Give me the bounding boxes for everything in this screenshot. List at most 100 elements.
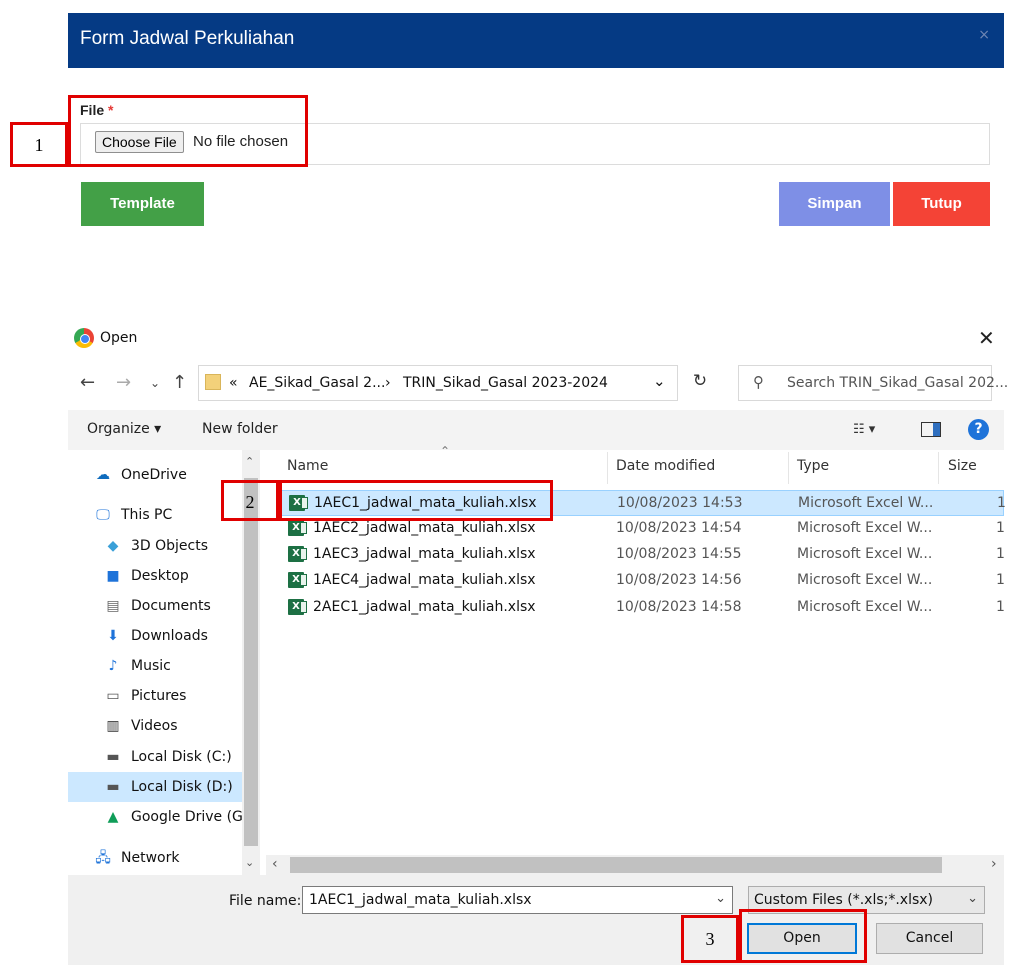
file-type: Microsoft Excel W... (797, 599, 933, 615)
preview-pane-icon[interactable] (921, 422, 941, 437)
annotation-box-file-row (279, 480, 553, 521)
template-button[interactable]: Template (81, 182, 204, 226)
annotation-step-1-box: 1 (10, 122, 68, 167)
column-header-size[interactable]: Size (948, 458, 977, 474)
google-drive-icon: ▲ (107, 809, 119, 825)
address-dropdown-icon[interactable]: ⌄ (653, 372, 666, 390)
file-row[interactable]: X 1AEC3_jadwal_mata_kuliah.xlsx 10/08/20… (280, 542, 1005, 568)
search-input[interactable]: ⚲ Search TRIN_Sikad_Gasal 202... (738, 365, 1008, 401)
sidebar-item-videos[interactable]: ▥ Videos (68, 711, 242, 741)
file-type: Microsoft Excel W... (797, 572, 933, 588)
back-arrow-icon[interactable]: ← (80, 372, 95, 393)
sidebar-item-label: This PC (121, 507, 173, 523)
breadcrumb-separator: › (385, 375, 391, 391)
up-arrow-icon[interactable]: ↑ (172, 372, 187, 393)
file-row[interactable]: X 2AEC1_jadwal_mata_kuliah.xlsx 10/08/20… (280, 595, 1005, 621)
sidebar-item-documents[interactable]: ▤ Documents (68, 591, 242, 621)
sidebar-item-network[interactable]: 🖧 Network (68, 843, 242, 873)
help-icon[interactable]: ? (968, 419, 989, 440)
scroll-up-icon[interactable]: ⌃ (245, 455, 254, 468)
file-row[interactable]: X 1AEC4_jadwal_mata_kuliah.xlsx 10/08/20… (280, 568, 1005, 594)
sidebar-item-google-drive[interactable]: ▲ Google Drive (G: (68, 802, 248, 832)
form-title: Form Jadwal Perkuliahan (80, 28, 295, 49)
file-date: 10/08/2023 14:58 (616, 599, 742, 615)
sidebar-item-local-disk-c[interactable]: ▬ Local Disk (C:) (68, 742, 242, 772)
address-bar[interactable]: « AE_Sikad_Gasal 2... › TRIN_Sikad_Gasal… (198, 365, 678, 401)
dialog-toolbar: Organize ▾ New folder ☷ ▾ ? (68, 410, 1004, 450)
column-header-date[interactable]: Date modified (616, 458, 715, 474)
folder-icon (205, 374, 221, 390)
scroll-down-icon[interactable]: ⌄ (245, 856, 254, 869)
chrome-icon (74, 328, 94, 348)
sidebar-item-pictures[interactable]: ▭ Pictures (68, 681, 242, 711)
annotation-step-2: 2 (245, 492, 255, 512)
horizontal-scroll-thumb[interactable] (290, 857, 942, 873)
sidebar-item-music[interactable]: ♪ Music (68, 651, 242, 681)
excel-file-icon: X (288, 572, 307, 588)
file-name-dropdown-icon[interactable]: ⌄ (715, 891, 726, 906)
file-name: 2AEC1_jadwal_mata_kuliah.xlsx (313, 599, 536, 615)
sidebar-item-onedrive[interactable]: ☁ OneDrive (68, 460, 242, 490)
breadcrumb-item[interactable]: TRIN_Sikad_Gasal 2023-2024 (403, 375, 608, 391)
annotation-step-1: 1 (34, 135, 44, 155)
file-size: 1 (997, 495, 1006, 511)
column-divider[interactable] (607, 452, 608, 484)
sidebar-item-desktop[interactable]: ■ Desktop (68, 561, 242, 591)
file-size: 1 (996, 572, 1005, 588)
sidebar-item-label: Desktop (131, 568, 189, 584)
file-name: 1AEC3_jadwal_mata_kuliah.xlsx (313, 546, 536, 562)
column-header-name[interactable]: Name (287, 458, 328, 474)
column-divider[interactable] (938, 452, 939, 484)
scroll-right-icon[interactable]: › (991, 856, 997, 872)
recent-chevron-icon[interactable]: ⌄ (150, 376, 160, 390)
forward-arrow-icon[interactable]: → (116, 372, 131, 393)
sidebar-item-label: Google Drive (G: (131, 809, 248, 825)
annotation-step-3-box: 3 (681, 915, 739, 963)
sidebar-item-downloads[interactable]: ⬇ Downloads (68, 621, 242, 651)
breadcrumb-item[interactable]: AE_Sikad_Gasal 2... (249, 375, 385, 391)
sidebar-item-this-pc[interactable]: 🖵 This PC (68, 500, 242, 530)
annotation-step-3: 3 (705, 929, 715, 949)
sidebar-item-3d-objects[interactable]: ◆ 3D Objects (68, 531, 242, 561)
sidebar-item-label: 3D Objects (131, 538, 209, 554)
file-date: 10/08/2023 14:55 (616, 546, 742, 562)
file-size: 1 (996, 599, 1005, 615)
column-divider[interactable] (788, 452, 789, 484)
file-size: 1 (996, 520, 1005, 536)
documents-icon: ▤ (106, 598, 120, 614)
new-folder-button[interactable]: New folder (202, 421, 278, 437)
refresh-icon[interactable]: ↻ (682, 371, 718, 391)
file-name: 1AEC2_jadwal_mata_kuliah.xlsx (313, 520, 536, 536)
scroll-left-icon[interactable]: ‹ (272, 856, 278, 872)
file-type: Microsoft Excel W... (797, 546, 933, 562)
tutup-button[interactable]: Tutup (893, 182, 990, 226)
column-header-type[interactable]: Type (797, 458, 829, 474)
file-name: 1AEC4_jadwal_mata_kuliah.xlsx (313, 572, 536, 588)
sidebar-item-local-disk-d[interactable]: ▬ Local Disk (D:) (68, 772, 242, 802)
file-name-value: 1AEC1_jadwal_mata_kuliah.xlsx (309, 892, 532, 908)
pictures-icon: ▭ (106, 688, 120, 704)
organize-button[interactable]: Organize ▾ (87, 421, 161, 437)
excel-file-icon: X (288, 546, 307, 562)
sidebar-item-label: Local Disk (D:) (131, 779, 233, 795)
file-type: Microsoft Excel W... (798, 495, 934, 511)
sidebar-item-label: Downloads (131, 628, 208, 644)
excel-file-icon: X (288, 520, 307, 536)
file-type-dropdown-icon[interactable]: ⌄ (967, 891, 978, 906)
close-icon[interactable]: × (978, 27, 990, 43)
onedrive-icon: ☁ (96, 467, 110, 483)
breadcrumb-prefix: « (229, 375, 238, 391)
dialog-close-icon[interactable]: ✕ (978, 326, 995, 350)
sidebar-item-label: Videos (131, 718, 178, 734)
file-date: 10/08/2023 14:56 (616, 572, 742, 588)
file-name-input[interactable]: 1AEC1_jadwal_mata_kuliah.xlsx ⌄ (302, 886, 733, 914)
navigation-pane: ☁ OneDrive 🖵 This PC ◆ 3D Objects ■ Desk… (68, 450, 248, 875)
cancel-button[interactable]: Cancel (876, 923, 983, 954)
search-placeholder: Search TRIN_Sikad_Gasal 202... (787, 375, 1009, 391)
sidebar-item-label: OneDrive (121, 467, 187, 483)
sidebar-scroll-thumb[interactable] (244, 478, 258, 846)
view-options-icon[interactable]: ☷ ▾ (853, 422, 875, 437)
sidebar-item-label: Documents (131, 598, 211, 614)
pc-icon: 🖵 (96, 507, 110, 523)
simpan-button[interactable]: Simpan (779, 182, 890, 226)
